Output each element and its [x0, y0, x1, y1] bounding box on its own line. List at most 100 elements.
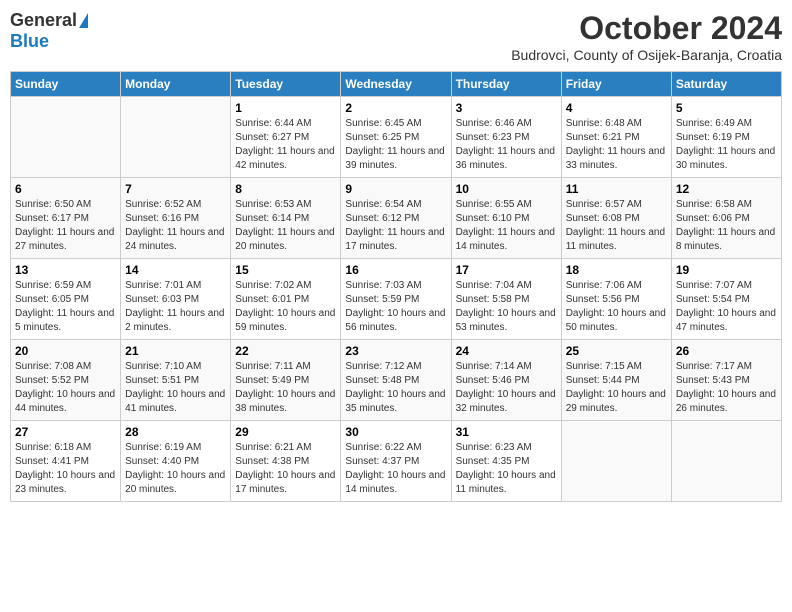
day-detail: Sunrise: 6:44 AMSunset: 6:27 PMDaylight:… [235, 117, 336, 173]
day-detail: Sunrise: 6:46 AMSunset: 6:23 PMDaylight:… [456, 117, 557, 173]
day-of-week-header: Thursday [451, 72, 561, 97]
day-number: 18 [566, 263, 667, 277]
calendar-day-cell: 7Sunrise: 6:52 AMSunset: 6:16 PMDaylight… [121, 178, 231, 259]
day-detail: Sunrise: 6:54 AMSunset: 6:12 PMDaylight:… [345, 198, 446, 254]
calendar-day-cell: 28 Sunrise: 6:19 AMSunset: 4:40 PMDayligh… [121, 421, 231, 502]
day-number: 29 [235, 425, 336, 439]
day-detail: Sunrise: 6:21 AMSunset: 4:38 PMDaylight:… [235, 441, 336, 497]
calendar-week-row: 27Sunrise: 6:18 AMSunset: 4:41 PMDayligh… [11, 421, 782, 502]
day-number: 5 [676, 101, 777, 115]
day-number: 13 [15, 263, 116, 277]
day-number: 22 [235, 344, 336, 358]
day-number: 24 [456, 344, 557, 358]
day-detail: Sunrise: 6:50 AMSunset: 6:17 PMDaylight:… [15, 198, 116, 254]
day-detail: Sunrise: 6:58 AMSunset: 6:06 PMDaylight:… [676, 198, 777, 254]
day-detail: Sunrise: 7:06 AMSunset: 5:56 PMDaylight:… [566, 279, 667, 335]
day-detail: Sunrise: 6:57 AMSunset: 6:08 PMDaylight:… [566, 198, 667, 254]
day-number: 19 [676, 263, 777, 277]
location-text: Budrovci, County of Osijek-Baranja, Croa… [511, 47, 782, 63]
calendar-day-cell: 15 Sunrise: 7:02 AMSunset: 6:01 PMDayligh… [231, 259, 341, 340]
calendar-day-cell: 14 Sunrise: 7:01 AMSunset: 6:03 PMDayligh… [121, 259, 231, 340]
calendar-day-cell: 2 Sunrise: 6:45 AMSunset: 6:25 PMDaylight… [341, 97, 451, 178]
calendar-day-cell: 30 Sunrise: 6:22 AMSunset: 4:37 PMDayligh… [341, 421, 451, 502]
calendar-body: 1 Sunrise: 6:44 AMSunset: 6:27 PMDaylight… [11, 97, 782, 502]
calendar-day-cell: 27Sunrise: 6:18 AMSunset: 4:41 PMDayligh… [11, 421, 121, 502]
calendar-day-cell: 8 Sunrise: 6:53 AMSunset: 6:14 PMDaylight… [231, 178, 341, 259]
day-number: 1 [235, 101, 336, 115]
calendar-day-cell: 18 Sunrise: 7:06 AMSunset: 5:56 PMDayligh… [561, 259, 671, 340]
day-detail: Sunrise: 6:45 AMSunset: 6:25 PMDaylight:… [345, 117, 446, 173]
day-number: 14 [125, 263, 226, 277]
day-number: 8 [235, 182, 336, 196]
day-detail: Sunrise: 6:23 AMSunset: 4:35 PMDaylight:… [456, 441, 557, 497]
calendar-day-cell: 26 Sunrise: 7:17 AMSunset: 5:43 PMDayligh… [671, 340, 781, 421]
calendar-day-cell: 20Sunrise: 7:08 AMSunset: 5:52 PMDayligh… [11, 340, 121, 421]
day-detail: Sunrise: 7:15 AMSunset: 5:44 PMDaylight:… [566, 360, 667, 416]
calendar-week-row: 20Sunrise: 7:08 AMSunset: 5:52 PMDayligh… [11, 340, 782, 421]
day-number: 12 [676, 182, 777, 196]
day-detail: Sunrise: 7:07 AMSunset: 5:54 PMDaylight:… [676, 279, 777, 335]
day-number: 30 [345, 425, 446, 439]
day-number: 3 [456, 101, 557, 115]
calendar-day-cell: 24Sunrise: 7:14 AMSunset: 5:46 PMDayligh… [451, 340, 561, 421]
logo-general-text: General [10, 10, 77, 31]
day-detail: Sunrise: 6:53 AMSunset: 6:14 PMDaylight:… [235, 198, 336, 254]
calendar-day-cell: 6 Sunrise: 6:50 AMSunset: 6:17 PMDaylight… [11, 178, 121, 259]
day-detail: Sunrise: 7:12 AMSunset: 5:48 PMDaylight:… [345, 360, 446, 416]
day-number: 11 [566, 182, 667, 196]
day-detail: Sunrise: 7:02 AMSunset: 6:01 PMDaylight:… [235, 279, 336, 335]
day-number: 31 [456, 425, 557, 439]
day-of-week-header: Saturday [671, 72, 781, 97]
month-title: October 2024 [511, 10, 782, 47]
calendar-day-cell: 23 Sunrise: 7:12 AMSunset: 5:48 PMDayligh… [341, 340, 451, 421]
calendar-day-cell: 22Sunrise: 7:11 AMSunset: 5:49 PMDayligh… [231, 340, 341, 421]
day-number: 9 [345, 182, 446, 196]
calendar-day-cell: 1 Sunrise: 6:44 AMSunset: 6:27 PMDaylight… [231, 97, 341, 178]
day-number: 26 [676, 344, 777, 358]
calendar-day-cell: 21Sunrise: 7:10 AMSunset: 5:51 PMDayligh… [121, 340, 231, 421]
day-detail: Sunrise: 6:55 AMSunset: 6:10 PMDaylight:… [456, 198, 557, 254]
day-detail: Sunrise: 6:19 AMSunset: 4:40 PMDaylight:… [125, 441, 226, 497]
calendar-week-row: 6 Sunrise: 6:50 AMSunset: 6:17 PMDaylight… [11, 178, 782, 259]
logo-triangle-icon [79, 13, 88, 28]
day-detail: Sunrise: 6:59 AMSunset: 6:05 PMDaylight:… [15, 279, 116, 335]
day-detail: Sunrise: 7:08 AMSunset: 5:52 PMDaylight:… [15, 360, 116, 416]
calendar-day-cell [561, 421, 671, 502]
day-of-week-header: Monday [121, 72, 231, 97]
calendar-day-cell: 13 Sunrise: 6:59 AMSunset: 6:05 PMDayligh… [11, 259, 121, 340]
day-number: 28 [125, 425, 226, 439]
calendar-day-cell: 12 Sunrise: 6:58 AMSunset: 6:06 PMDayligh… [671, 178, 781, 259]
day-detail: Sunrise: 6:48 AMSunset: 6:21 PMDaylight:… [566, 117, 667, 173]
day-number: 17 [456, 263, 557, 277]
logo: General Blue [10, 10, 88, 52]
calendar-day-cell: 31 Sunrise: 6:23 AMSunset: 4:35 PMDayligh… [451, 421, 561, 502]
day-detail: Sunrise: 7:17 AMSunset: 5:43 PMDaylight:… [676, 360, 777, 416]
day-of-week-header: Tuesday [231, 72, 341, 97]
day-number: 10 [456, 182, 557, 196]
day-detail: Sunrise: 6:52 AMSunset: 6:16 PMDaylight:… [125, 198, 226, 254]
title-block: October 2024 Budrovci, County of Osijek-… [511, 10, 782, 63]
calendar-day-cell [11, 97, 121, 178]
calendar-day-cell: 19 Sunrise: 7:07 AMSunset: 5:54 PMDayligh… [671, 259, 781, 340]
day-number: 15 [235, 263, 336, 277]
calendar-day-cell [121, 97, 231, 178]
day-number: 27 [15, 425, 116, 439]
calendar-day-cell: 16Sunrise: 7:03 AMSunset: 5:59 PMDayligh… [341, 259, 451, 340]
day-number: 4 [566, 101, 667, 115]
logo-blue-text: Blue [10, 31, 49, 51]
day-of-week-header: Wednesday [341, 72, 451, 97]
day-detail: Sunrise: 7:04 AMSunset: 5:58 PMDaylight:… [456, 279, 557, 335]
day-number: 6 [15, 182, 116, 196]
calendar-week-row: 1 Sunrise: 6:44 AMSunset: 6:27 PMDaylight… [11, 97, 782, 178]
calendar-week-row: 13 Sunrise: 6:59 AMSunset: 6:05 PMDayligh… [11, 259, 782, 340]
day-number: 23 [345, 344, 446, 358]
calendar-header: SundayMondayTuesdayWednesdayThursdayFrid… [11, 72, 782, 97]
day-detail: Sunrise: 6:22 AMSunset: 4:37 PMDaylight:… [345, 441, 446, 497]
day-of-week-header: Sunday [11, 72, 121, 97]
day-number: 2 [345, 101, 446, 115]
calendar-day-cell: 11 Sunrise: 6:57 AMSunset: 6:08 PMDayligh… [561, 178, 671, 259]
calendar-day-cell: 4 Sunrise: 6:48 AMSunset: 6:21 PMDaylight… [561, 97, 671, 178]
day-detail: Sunrise: 7:01 AMSunset: 6:03 PMDaylight:… [125, 279, 226, 335]
calendar-day-cell: 25Sunrise: 7:15 AMSunset: 5:44 PMDayligh… [561, 340, 671, 421]
calendar-day-cell: 17 Sunrise: 7:04 AMSunset: 5:58 PMDayligh… [451, 259, 561, 340]
